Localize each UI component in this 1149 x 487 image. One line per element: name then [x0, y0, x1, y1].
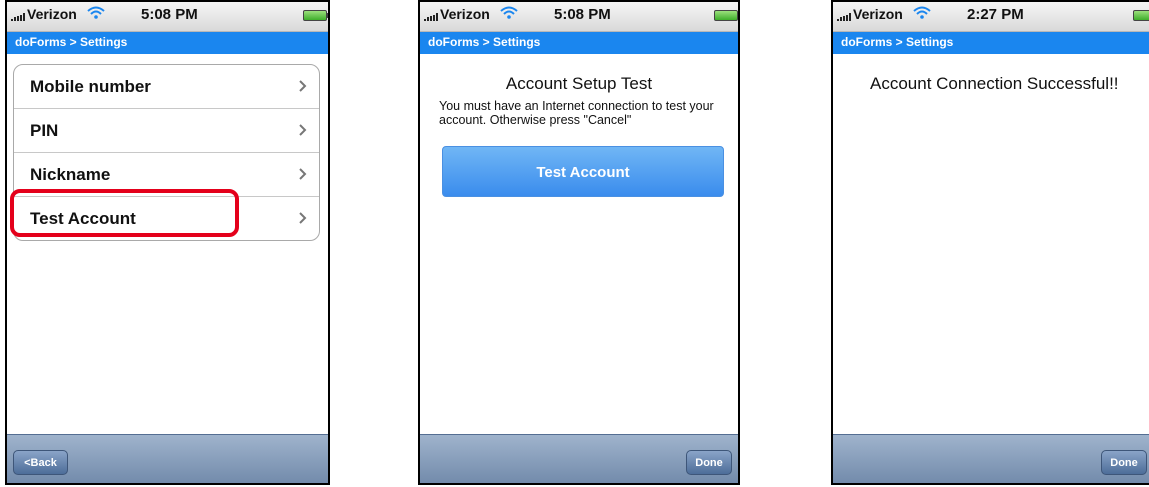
status-bar: Verizon 2:27 PM: [833, 2, 1149, 32]
wifi-icon: [87, 6, 105, 19]
carrier-label: Verizon: [27, 6, 77, 22]
back-button[interactable]: <Back: [13, 450, 68, 475]
phone-screen-account-setup-test: Verizon 5:08 PM doForms > Settings Accou…: [418, 0, 740, 485]
breadcrumb: doForms > Settings: [15, 35, 128, 49]
list-item-mobile-number[interactable]: Mobile number: [14, 65, 319, 109]
nav-bar: doForms > Settings: [420, 32, 738, 54]
list-item-pin[interactable]: PIN: [14, 109, 319, 153]
wifi-icon: [913, 6, 931, 19]
chevron-right-icon: [299, 124, 307, 136]
clock-label: 5:08 PM: [554, 6, 611, 23]
clock-label: 5:08 PM: [141, 6, 198, 23]
status-bar: Verizon 5:08 PM: [420, 2, 738, 32]
carrier-label: Verizon: [853, 6, 903, 22]
wifi-icon: [500, 6, 518, 19]
bottom-toolbar: Done: [420, 434, 738, 483]
phone-screen-settings: Verizon 5:08 PM doForms > Settings Mobil…: [5, 0, 330, 485]
chevron-right-icon: [299, 212, 307, 224]
nav-bar: doForms > Settings: [833, 32, 1149, 54]
instruction-text: You must have an Internet connection to …: [439, 99, 714, 127]
list-item-label: Mobile number: [30, 77, 151, 96]
breadcrumb: doForms > Settings: [841, 35, 954, 49]
nav-bar: doForms > Settings: [7, 32, 328, 54]
done-button[interactable]: Done: [1101, 450, 1147, 475]
battery-icon: [303, 10, 328, 21]
bottom-toolbar: Done: [833, 434, 1149, 483]
chevron-right-icon: [299, 168, 307, 180]
signal-bars-icon: [11, 13, 27, 21]
battery-icon: [714, 10, 738, 21]
signal-bars-icon: [837, 13, 853, 21]
highlight-box: [10, 189, 239, 237]
success-message: Account Connection Successful!!: [870, 74, 1119, 93]
battery-icon: [1133, 10, 1149, 21]
chevron-right-icon: [299, 80, 307, 92]
signal-bars-icon: [424, 13, 440, 21]
page-title: Account Setup Test: [505, 74, 653, 93]
breadcrumb: doForms > Settings: [428, 35, 541, 49]
clock-label: 2:27 PM: [967, 6, 1024, 23]
carrier-label: Verizon: [440, 6, 490, 22]
list-item-label: Nickname: [30, 165, 111, 184]
phone-screen-connection-result: Verizon 2:27 PM doForms > Settings Accou…: [831, 0, 1149, 485]
status-bar: Verizon 5:08 PM: [7, 2, 328, 32]
bottom-toolbar: <Back: [7, 434, 328, 483]
done-button[interactable]: Done: [686, 450, 732, 475]
test-account-button[interactable]: Test Account: [442, 146, 724, 197]
list-item-label: PIN: [30, 121, 59, 140]
